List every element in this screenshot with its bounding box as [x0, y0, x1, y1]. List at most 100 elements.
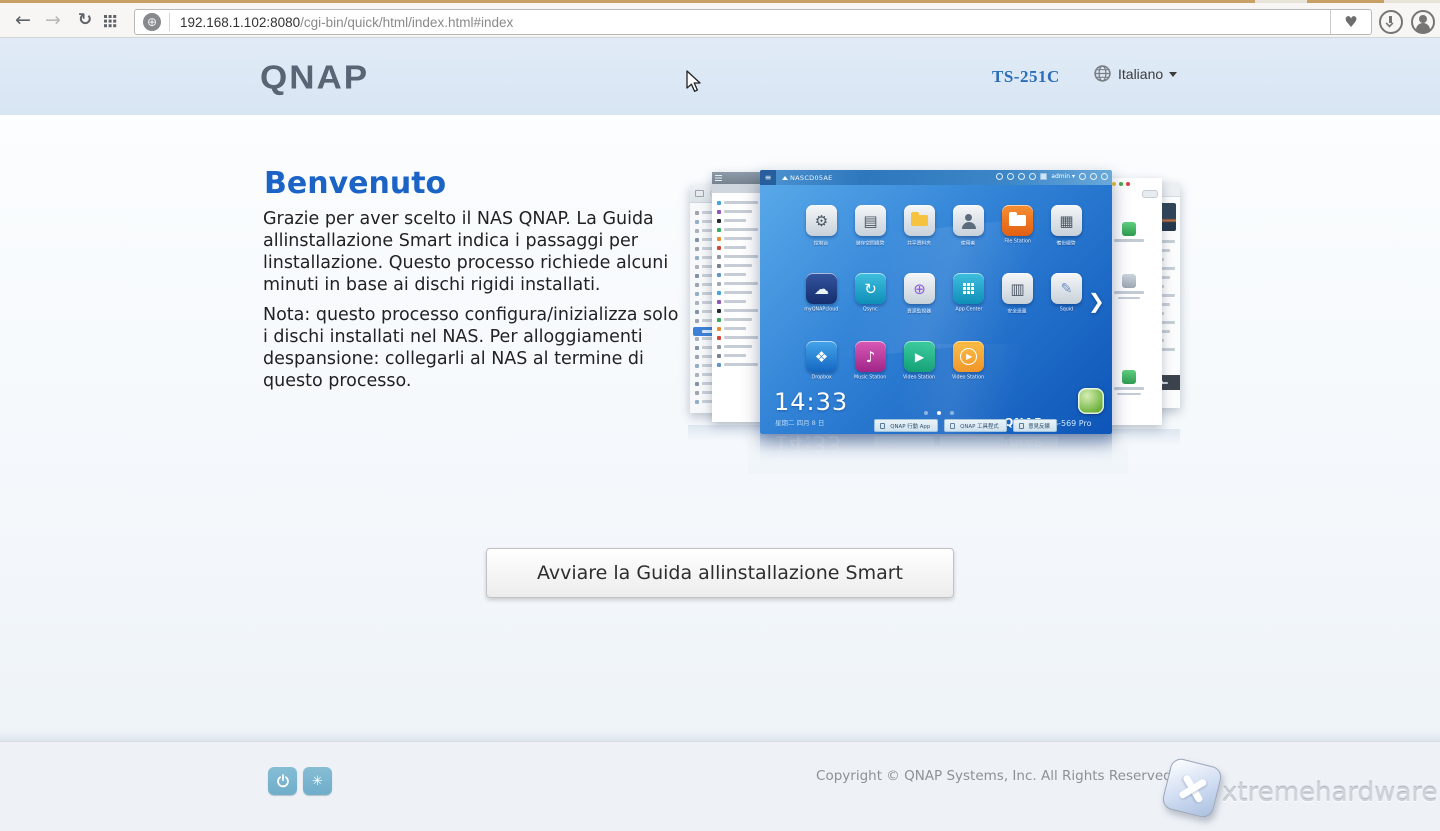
app-tile-icon: ▤	[855, 205, 886, 236]
app-glyph: ⊕	[913, 280, 926, 298]
qnap-logo: QNAP	[260, 59, 369, 97]
app-glyph: ⚙	[815, 212, 828, 230]
row-bullet	[695, 355, 699, 359]
browser-toolbar: ← → ↻ ⊕ 192.168.1.102:8080/cgi-bin/quick…	[0, 3, 1440, 38]
language-label: Italiano	[1118, 66, 1163, 82]
row-bullet	[717, 228, 721, 232]
app-label: Video Station	[952, 375, 984, 381]
qts-app-icon: ☁myQNAPcloud	[797, 273, 846, 315]
list-row-decor	[717, 333, 764, 342]
app-tile-icon	[1002, 205, 1033, 236]
row-bullet	[695, 400, 699, 404]
right-front-window	[1104, 178, 1162, 425]
downloads-arrow-head	[1385, 20, 1393, 28]
url-host: 192.168.1.102:8080	[180, 15, 300, 30]
row-text-decor	[724, 318, 752, 321]
qts-app-icon: ▥安全設置	[993, 273, 1042, 315]
row-text-decor	[724, 327, 746, 330]
apps-grid-dots	[104, 15, 107, 18]
app-tile-icon: ❖	[806, 341, 837, 372]
row-text-decor	[724, 282, 758, 285]
app-tile-icon: ⊕	[904, 273, 935, 304]
bookmark-heart-icon[interactable]: ♥	[1330, 10, 1371, 34]
row-bullet	[717, 282, 721, 286]
row-text-decor	[724, 336, 758, 339]
main-content: Benvenuto Grazie per aver scelto il NAS …	[0, 115, 1440, 741]
app-glyph-shape	[960, 214, 978, 228]
reload-button[interactable]: ↻	[72, 7, 98, 33]
globe-icon	[1094, 65, 1111, 82]
restart-button[interactable]: ✳	[303, 767, 332, 795]
address-bar[interactable]: ⊕ 192.168.1.102:8080/cgi-bin/quick/html/…	[134, 9, 1372, 35]
app-tile-icon	[953, 205, 984, 236]
intro-paragraph: Grazie per aver scelto il NAS QNAP. La G…	[263, 208, 687, 296]
app-label: App Center	[955, 307, 982, 313]
power-button[interactable]	[268, 767, 297, 795]
row-text-decor	[724, 363, 758, 366]
dot	[950, 411, 954, 415]
downloads-icon[interactable]	[1379, 10, 1403, 34]
dock-button-icon	[1019, 423, 1024, 429]
desktop-clock: 14:33	[774, 388, 848, 416]
mouse-cursor	[686, 70, 708, 94]
qts-top-bar: ≡ NASCD05AE admin ▾	[760, 170, 1112, 185]
app-glyph: ✎	[1061, 281, 1073, 297]
qts-app-icon: ▦備份總管	[1042, 205, 1091, 247]
qts-app-icon: ❖ Dropbox	[797, 341, 846, 381]
list-row-decor	[717, 279, 764, 288]
apps-grid-icon[interactable]	[104, 15, 116, 27]
watermark: xtremehardware.com	[1158, 760, 1440, 830]
app-label: Dropbox	[811, 375, 831, 381]
qts-app-icon: File Station	[993, 205, 1042, 247]
app-label: Qsync	[863, 307, 878, 313]
settings-icon	[1101, 173, 1108, 180]
list-row-decor	[717, 351, 764, 360]
row-bullet	[695, 211, 699, 215]
row-bullet	[695, 373, 699, 377]
menu-lines-decor	[715, 175, 722, 181]
qts-top-bar-icons: admin ▾	[996, 173, 1108, 180]
footer-shadow	[0, 731, 1440, 741]
note-paragraph: Nota: questo processo configura/iniziali…	[263, 304, 687, 392]
qts-app-icon: ✎Squid	[1042, 273, 1091, 315]
page-footer: ✳ Copyright © QNAP Systems, Inc. All Rig…	[0, 741, 1440, 831]
row-text-decor	[724, 228, 758, 231]
language-selector[interactable]: Italiano	[1094, 65, 1177, 82]
qts-dock: QNAP 行動 AppQNAP 工具程式意見反饋	[874, 419, 1057, 432]
reflection-fadeout	[748, 434, 1128, 474]
start-smart-installation-button[interactable]: Avviare la Guida allinstallazione Smart	[486, 548, 954, 598]
row-bullet	[717, 210, 721, 214]
url-text[interactable]: 192.168.1.102:8080/cgi-bin/quick/html/in…	[180, 15, 513, 30]
qts-dock-button: QNAP 行動 App	[874, 419, 938, 432]
row-bullet	[695, 292, 699, 296]
device-brand: QNAPTS-569 Pro	[1004, 416, 1092, 429]
watermark-text: xtremehardware.com	[1222, 778, 1440, 808]
qts-dock-button: QNAP 工具程式	[944, 419, 1007, 432]
list-row-decor	[717, 252, 764, 261]
info-icon	[1029, 173, 1036, 180]
window-icon	[695, 190, 704, 197]
app-label: 使用者	[961, 239, 975, 246]
home-icon	[782, 176, 788, 180]
back-button[interactable]: ←	[10, 7, 36, 33]
row-bullet	[695, 382, 699, 386]
app-tile-icon: ✎	[1051, 273, 1082, 304]
row-bullet	[717, 246, 721, 250]
forward-button[interactable]: →	[40, 7, 66, 33]
row-bullet	[717, 309, 721, 313]
app-tile-icon: ▶	[953, 341, 984, 372]
account-icon[interactable]	[1411, 10, 1435, 34]
app-glyph: ▦	[1059, 212, 1073, 230]
row-text-decor	[724, 210, 752, 213]
app-tile-icon: ♪	[855, 341, 886, 372]
site-info-icon[interactable]: ⊕	[143, 13, 161, 31]
row-text-decor	[724, 273, 746, 276]
list-row-decor	[717, 360, 764, 369]
row-text-decor	[724, 237, 752, 240]
app-row-1: ⚙控制台▤儲存空間總管共享資料夾使用者File Station▦備份總管	[760, 205, 1112, 247]
list-row-decor	[717, 198, 764, 207]
app-label: 儲存空間總管	[856, 239, 885, 246]
app-tile-icon	[904, 205, 935, 236]
app-label: Music Station	[854, 375, 886, 381]
row-bullet	[695, 346, 699, 350]
